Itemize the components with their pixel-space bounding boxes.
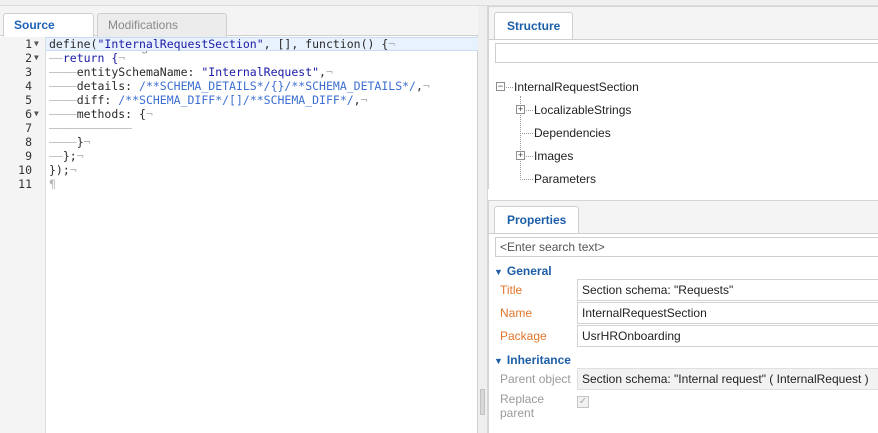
package-field[interactable]: UsrHROnboarding (577, 325, 878, 347)
code-text-area[interactable]: define("InternalRequestSection", [], fun… (47, 37, 477, 433)
tab-structure[interactable]: Structure (494, 12, 574, 40)
source-tab-bar: Source Code Modifications Package (0, 6, 478, 54)
caret-down-icon: ▼ (494, 356, 503, 366)
structure-panel: Structure − InternalRequestSection + Loc… (488, 6, 878, 189)
fold-arrow-icon[interactable]: ▼ (34, 51, 42, 65)
code-line: ———————————— (49, 121, 133, 135)
tab-modifications-package[interactable]: Modifications Package (97, 13, 227, 54)
replace-parent-label: Replace parent (500, 392, 545, 420)
tab-properties[interactable]: Properties (494, 206, 580, 234)
code-line: });¬ (49, 163, 77, 177)
line-number: 3 (25, 65, 32, 79)
code-line: define("InternalRequestSection", [], fun… (49, 37, 396, 51)
code-line: ————diff: /**SCHEMA_DIFF*/[]/**SCHEMA_DI… (49, 93, 368, 107)
tree-node-localizable-strings[interactable]: LocalizableStrings (534, 101, 631, 119)
splitter-grip[interactable] (480, 389, 485, 415)
fold-arrow-icon[interactable]: ▼ (34, 37, 42, 51)
name-field[interactable]: InternalRequestSection (577, 302, 878, 324)
expand-icon[interactable]: + (516, 151, 525, 160)
line-number: 4 (25, 79, 32, 93)
line-number: 8 (25, 135, 32, 149)
tree-node-parameters[interactable]: Parameters (534, 170, 596, 188)
line-number: 9 (25, 149, 32, 163)
line-number: 1 (25, 37, 32, 51)
code-line: ¶ (49, 177, 56, 191)
title-label: Title (500, 283, 523, 297)
package-label: Package (500, 329, 547, 343)
tree-node-images[interactable]: Images (534, 147, 573, 165)
code-line: ————details: /**SCHEMA_DETAILS*/{}/**SCH… (49, 79, 430, 93)
line-number: 10 (18, 163, 32, 177)
replace-parent-checkbox: ✓ (577, 396, 589, 408)
line-number: 6 (25, 107, 32, 121)
tree-node-dependencies[interactable]: Dependencies (534, 124, 611, 142)
structure-body: − InternalRequestSection + LocalizableSt… (489, 39, 878, 189)
tree-node-root[interactable]: InternalRequestSection (514, 78, 639, 96)
tree-connector (526, 110, 533, 111)
code-line: ——return {¬ (49, 51, 126, 65)
structure-search-input[interactable] (495, 43, 878, 63)
expand-icon[interactable]: + (516, 105, 525, 114)
name-label: Name (500, 306, 533, 320)
line-number: 2 (25, 51, 32, 65)
source-pane: Source Code Modifications Package 1 ▼ 2 … (0, 6, 478, 433)
tab-source-code[interactable]: Source Code (3, 13, 94, 54)
properties-search-input[interactable]: <Enter search text> (495, 237, 878, 257)
line-number: 5 (25, 93, 32, 107)
tree-connector (520, 133, 533, 134)
fold-arrow-icon[interactable]: ▼ (34, 107, 42, 121)
line-number: 11 (18, 177, 32, 191)
tree-connector (506, 87, 513, 88)
code-line: ————}¬ (49, 135, 91, 149)
properties-panel: Properties <Enter search text> ▼ General … (488, 200, 878, 433)
section-general[interactable]: ▼ General (494, 263, 552, 279)
caret-down-icon: ▼ (494, 267, 503, 277)
code-editor[interactable]: 1 ▼ 2 ▼ 3 4 5 6 ▼ 7 8 9 10 11 define("In… (0, 37, 478, 433)
tree-connector (526, 156, 533, 157)
code-line: ————methods: {¬ (49, 107, 153, 121)
code-line: ——};¬ (49, 149, 84, 163)
line-number: 7 (25, 121, 32, 135)
parent-object-label: Parent object (500, 372, 571, 386)
code-line: ————entitySchemaName: "InternalRequest",… (49, 65, 333, 79)
section-inheritance[interactable]: ▼ Inheritance (494, 352, 571, 368)
collapse-icon[interactable]: − (496, 82, 505, 91)
parent-object-field: Section schema: "Internal request" ( Int… (577, 368, 878, 390)
line-gutter: 1 ▼ 2 ▼ 3 4 5 6 ▼ 7 8 9 10 11 (0, 37, 46, 433)
title-field[interactable]: Section schema: "Requests" (577, 279, 878, 301)
properties-body: <Enter search text> ▼ General Title Secti… (489, 233, 878, 433)
pane-splitter[interactable] (478, 6, 488, 433)
tree-connector (520, 179, 533, 180)
